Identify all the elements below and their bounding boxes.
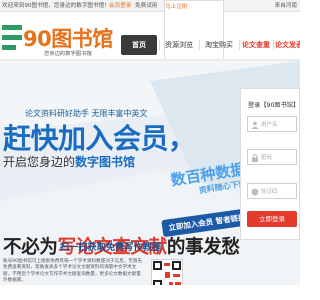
qr-caption[interactable]: 扫一扫获取免费写作教程 <box>60 239 161 253</box>
nav-item-check[interactable]: 论文查重 <box>241 35 271 55</box>
banner-tagline-em: 数字图书馆 <box>75 155 136 169</box>
banner-headline: 赶快加入会员， <box>3 122 196 155</box>
nav-item-home[interactable]: 首页 <box>121 35 157 55</box>
logo-slogan: 您身边的数字图书馆 <box>44 51 92 57</box>
member-login-link[interactable]: 会员登录 <box>109 0 131 12</box>
logo-icon[interactable] <box>2 25 22 50</box>
banner-tagline-pre: 开启您身边的 <box>3 155 76 169</box>
lock-icon <box>252 154 258 162</box>
login-title: 登录【90图书馆】 <box>248 102 300 109</box>
nav-separator <box>159 40 160 50</box>
nav-item-publish[interactable]: 论文发表/下 <box>275 35 300 55</box>
login-button[interactable]: 立即登录 <box>247 211 297 227</box>
nav-item-taobao[interactable]: 淘宝购买 <box>201 35 237 55</box>
password-placeholder: 密码 <box>261 155 273 161</box>
username-placeholder: 用户名 <box>261 122 278 128</box>
top-bar: 欢迎来到90图书馆，您身边的数字图书馆！ 会员登录 免费试用 马上注册 来自河南 <box>0 0 300 152</box>
location-text: 来自河南 <box>274 3 297 9</box>
nav-separator <box>273 40 274 50</box>
login-panel: 登录【90图书馆】 用户名 密码 验证码 立即登录 <box>240 88 300 240</box>
captcha-placeholder: 验证码 <box>261 189 278 195</box>
qr-code-icon[interactable] <box>151 259 183 285</box>
nav-separator <box>199 40 200 50</box>
welcome-text: 欢迎来到90图书馆，您身边的数字图书馆！ <box>2 3 110 9</box>
main-nav: 首页 资源浏览 淘宝购买 论文查重 论文发表/下 <box>121 35 300 55</box>
free-trial-text[interactable]: 免费试用 <box>135 0 157 12</box>
banner-heading-post: 的事发愁 <box>166 237 240 258</box>
banner-heading-pre: 不必为 <box>3 237 58 258</box>
username-field[interactable]: 用户名 <box>247 116 297 132</box>
shield-icon <box>251 188 259 196</box>
nav-separator <box>239 40 240 50</box>
banner-description: 账号90图书馆可上搜索免费有每一个学术资料数量对于信息，无限先免费查看资料，帮助… <box>3 259 143 284</box>
nav-item-browse[interactable]: 资源浏览 <box>161 35 197 55</box>
page-bottom <box>0 285 300 300</box>
captcha-field[interactable]: 验证码 <box>247 183 297 199</box>
banner-tagline: 开启您身边的数字图书馆 <box>3 153 135 170</box>
password-field[interactable]: 密码 <box>247 149 297 165</box>
user-icon <box>251 121 259 129</box>
